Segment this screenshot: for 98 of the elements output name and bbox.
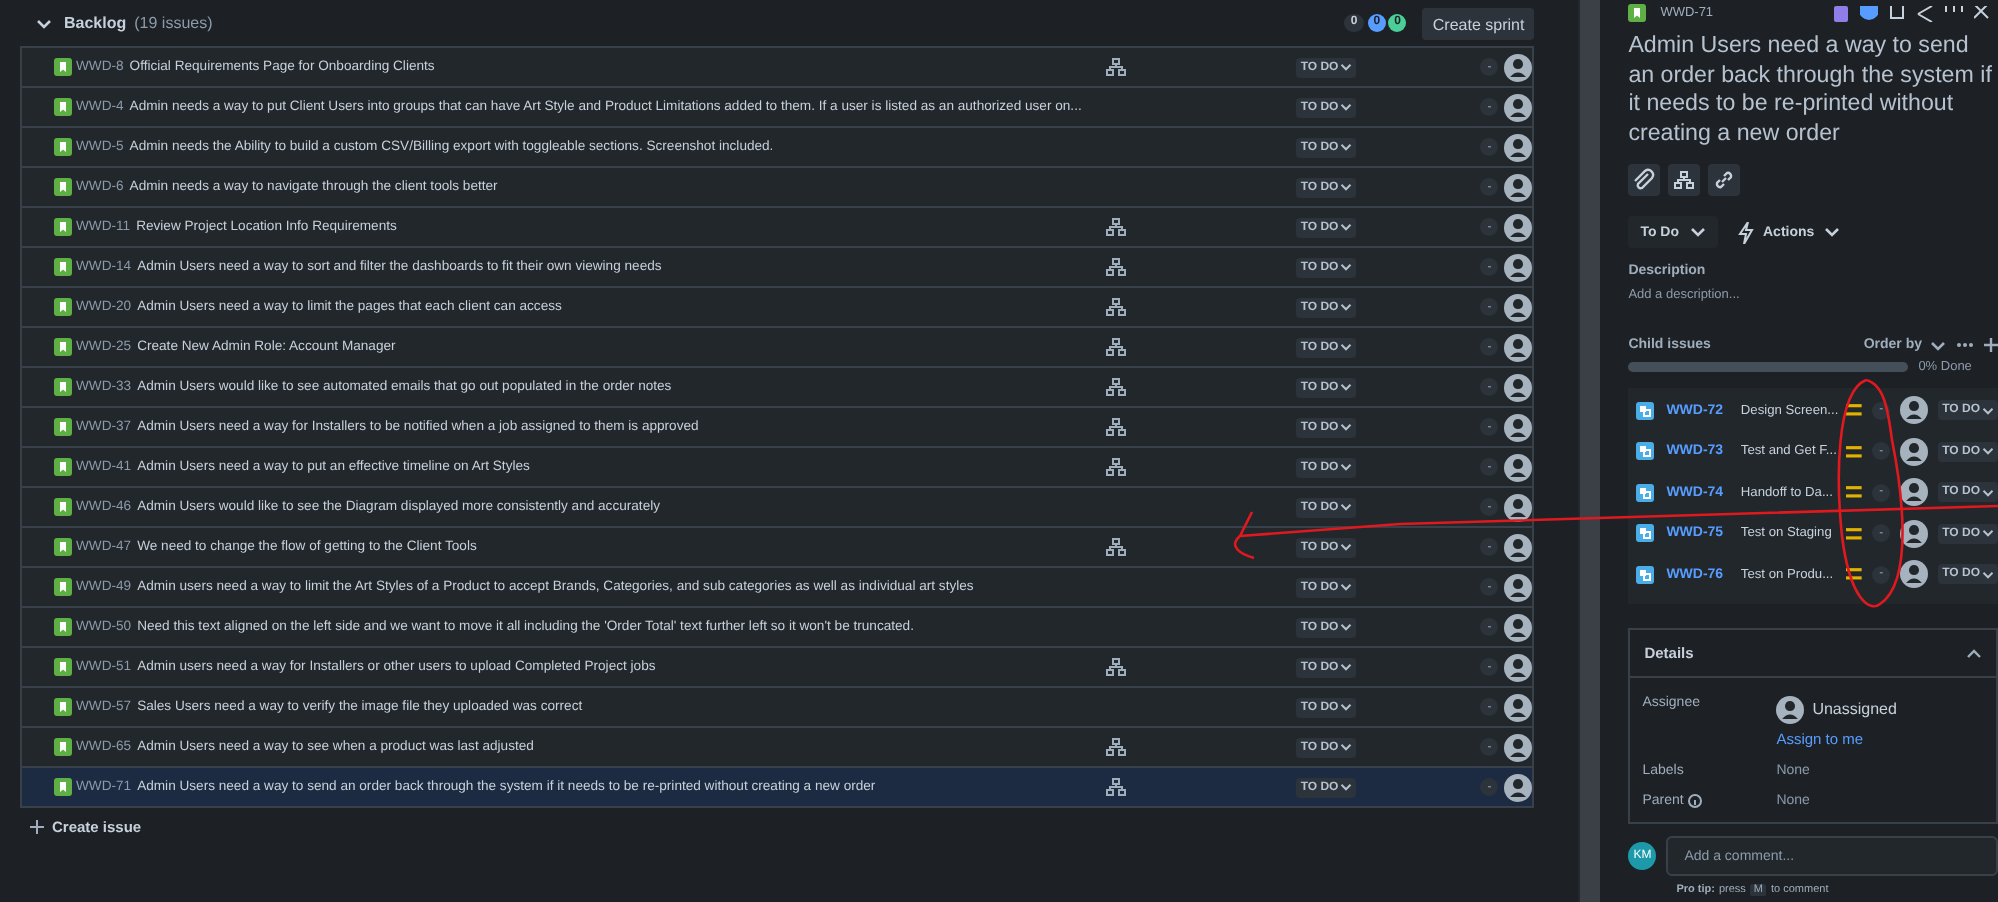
priority-icon [1846, 568, 1863, 581]
caret-icon [1340, 62, 1353, 72]
caret-icon [1982, 528, 1994, 539]
info-icon [1687, 793, 1702, 807]
priority-icon [1846, 527, 1863, 540]
collapse-icon[interactable] [1966, 647, 1982, 657]
issue-count: (19 issues) [134, 14, 213, 32]
avatar-icon[interactable] [1504, 613, 1533, 641]
avatar-icon[interactable] [1900, 437, 1929, 466]
caret-icon [1824, 226, 1841, 238]
story-icon [54, 458, 72, 476]
scrollbar[interactable] [1578, 0, 1601, 902]
caret-icon [1340, 382, 1353, 392]
story-icon [54, 778, 72, 796]
caret-icon [1340, 142, 1353, 152]
avatar-icon [1776, 695, 1805, 723]
avatar-icon[interactable] [1504, 373, 1533, 401]
close-icon[interactable] [1974, 5, 1990, 21]
avatar-icon[interactable] [1900, 396, 1929, 425]
avatar-icon[interactable] [1504, 733, 1533, 761]
story-icon [54, 58, 72, 76]
avatar-icon[interactable] [1504, 693, 1533, 721]
caret-icon [1340, 542, 1353, 552]
caret-icon [1340, 702, 1353, 712]
avatar-icon[interactable] [1504, 573, 1533, 601]
avatar-icon[interactable] [1504, 133, 1533, 161]
caret-icon [1340, 262, 1353, 272]
story-icon [54, 498, 72, 516]
avatar-icon[interactable] [1504, 773, 1533, 801]
caret-icon [1340, 302, 1353, 312]
attach-icon[interactable] [1628, 164, 1661, 196]
avatar-icon[interactable] [1504, 493, 1533, 521]
subtask-icon [1636, 401, 1655, 420]
avatar-icon[interactable] [1504, 53, 1533, 81]
subtask-icon [1636, 483, 1655, 502]
avatar-icon[interactable] [1504, 93, 1533, 121]
avatar-icon[interactable] [1900, 560, 1929, 589]
caret-icon [1340, 622, 1353, 632]
child-issue-icon[interactable] [1668, 164, 1701, 196]
plus-icon[interactable] [1984, 338, 1998, 352]
caret-icon [1340, 662, 1353, 672]
subtask-icon [1636, 524, 1655, 543]
caret-icon [1982, 487, 1994, 498]
backlog-title: Backlog [64, 14, 127, 32]
story-icon [54, 738, 72, 756]
avatar-icon[interactable] [1504, 213, 1533, 241]
avatar-icon[interactable] [1900, 478, 1929, 507]
caret-icon [1340, 342, 1353, 352]
story-icon [54, 418, 72, 436]
story-icon [54, 338, 72, 356]
avatar-icon[interactable] [1504, 533, 1533, 561]
priority-icon [1846, 445, 1863, 458]
issue-title: Admin Users need a way to send an order back through the system if it needs to be re-printed without creating a new order [1628, 32, 1994, 148]
assignee-value: Unassigned [1812, 700, 1897, 718]
story-icon [54, 298, 72, 316]
avatar-icon[interactable] [1504, 173, 1533, 201]
avatar-icon[interactable] [1900, 519, 1929, 548]
caret-icon [1340, 222, 1353, 232]
lightning-icon [1737, 221, 1753, 243]
caret-icon [1930, 339, 1946, 351]
caret-icon [1982, 569, 1994, 580]
caret-icon [1340, 422, 1353, 432]
priority-icon [1846, 404, 1863, 417]
story-icon [54, 218, 72, 236]
story-icon [54, 538, 72, 556]
caret-icon [1340, 102, 1353, 112]
caret-icon [1982, 446, 1994, 457]
avatar-icon[interactable] [1504, 253, 1533, 281]
story-icon [54, 658, 72, 676]
story-icon [54, 98, 72, 116]
priority-icon [1846, 486, 1863, 499]
avatar-icon[interactable] [1504, 453, 1533, 481]
caret-icon [1340, 502, 1353, 512]
plus-icon [30, 820, 44, 834]
story-icon [54, 378, 72, 396]
avatar-icon[interactable] [1504, 413, 1533, 441]
avatar-icon[interactable] [1504, 653, 1533, 681]
caret-icon [1982, 405, 1994, 416]
create-sprint-button[interactable]: Create sprint [1422, 7, 1535, 39]
caret-icon [1340, 462, 1353, 472]
caret-icon [1340, 582, 1353, 592]
story-icon [54, 578, 72, 596]
story-icon [54, 178, 72, 196]
story-icon [54, 698, 72, 716]
collapse-icon[interactable] [36, 17, 52, 29]
story-icon [1628, 4, 1647, 22]
subtask-icon [1636, 442, 1655, 461]
avatar-icon[interactable] [1504, 293, 1533, 321]
story-icon [54, 258, 72, 276]
caret-icon [1340, 742, 1353, 752]
story-icon [54, 138, 72, 156]
caret-icon [1340, 182, 1353, 192]
story-icon [54, 618, 72, 636]
subtask-icon [1636, 565, 1655, 584]
link-icon[interactable] [1708, 164, 1741, 196]
caret-icon [1340, 782, 1353, 792]
caret-icon [1689, 226, 1705, 238]
avatar-icon[interactable] [1504, 333, 1533, 361]
